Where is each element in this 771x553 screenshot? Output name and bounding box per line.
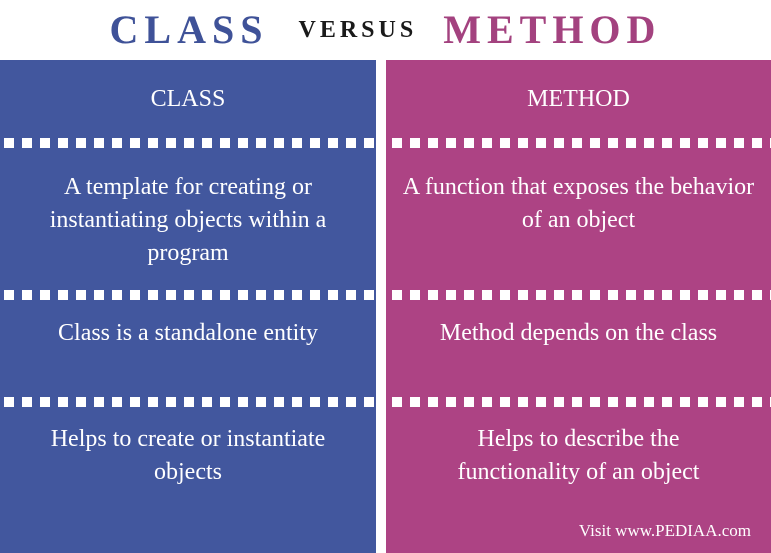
source-credit: Visit www.PEDIAA.com	[578, 521, 751, 540]
dotted-divider	[392, 397, 771, 407]
class-column: CLASS A template for creating or instant…	[0, 60, 376, 553]
dotted-divider	[4, 138, 376, 148]
title-versus: VERSUS	[298, 17, 418, 43]
method-column: METHOD A function that exposes the behav…	[386, 60, 771, 553]
title-method: METHOD	[443, 7, 662, 52]
dotted-divider	[4, 290, 376, 300]
dotted-divider	[392, 290, 771, 300]
dotted-divider	[392, 138, 771, 148]
title-class: CLASS	[109, 7, 269, 52]
class-row-entity: Class is a standalone entity	[58, 320, 318, 346]
method-column-header: METHOD	[527, 86, 630, 112]
class-row-function: Helps to create or instantiate objects	[50, 426, 326, 485]
method-row-definition: A function that exposes the behavior of …	[402, 174, 755, 233]
dotted-divider	[4, 397, 376, 407]
method-row-dependency: Method depends on the class	[439, 320, 718, 346]
page-title: CLASS VERSUS METHOD	[0, 0, 771, 60]
method-row-function: Helps to describe the functionality of a…	[457, 426, 700, 485]
class-row-definition: A template for creating or instantiating…	[49, 174, 327, 266]
class-column-header: CLASS	[150, 86, 226, 112]
